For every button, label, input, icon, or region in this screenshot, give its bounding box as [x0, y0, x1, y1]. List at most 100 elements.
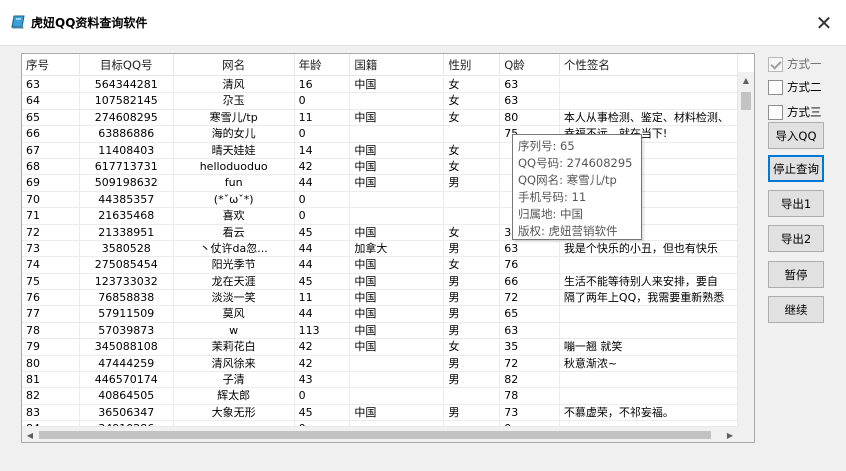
cell-seq: 79 [22, 339, 80, 356]
cell-gender: 男 [444, 240, 501, 257]
column-header-signature[interactable]: 个性签名 [560, 54, 738, 76]
resume-button[interactable]: 继续 [768, 296, 824, 323]
table-row[interactable]: 63 564344281 清风 16 中国女 63 [22, 77, 738, 94]
cell-nationality: 中国 [350, 322, 445, 339]
table-row[interactable]: 82 40864505 辉太郎 0 78 [22, 388, 738, 405]
scroll-left-icon[interactable]: ◀ [22, 427, 38, 442]
cell-nickname: 子清 [174, 372, 295, 389]
cell-age: 14 [295, 142, 351, 159]
results-grid[interactable]: 序号 目标QQ号 网名 年龄 国籍 性别 Q龄 个性签名 63 564344281… [21, 53, 755, 443]
cell-age: 43 [295, 372, 351, 389]
cell-nickname: 淡淡一笑 [174, 290, 295, 307]
cell-gender: 女 [444, 142, 501, 159]
cell-age: 42 [295, 158, 351, 175]
table-row[interactable]: 76 76858838 淡淡一笑 11 中国男 72 隔了两年上QQ，我需要重新熟悉 [22, 290, 738, 307]
scroll-right-icon[interactable]: ▶ [722, 427, 738, 442]
cell-age: 11 [295, 290, 351, 307]
cell-nickname: 喜欢 [174, 208, 295, 225]
table-row[interactable]: 79 345088108 茉莉花白 42 中国女 35 嘣一翘 就笑 [22, 339, 738, 356]
method-3-checkbox[interactable] [768, 104, 783, 120]
table-row[interactable]: 74 275085454 阳光季节 44 中国女 76 [22, 257, 738, 274]
cell-age: 0 [295, 388, 351, 405]
table-row[interactable]: 83 36506347 大象无形 45 中国男 73 不慕虚荣，不祁妄福。 [22, 404, 738, 422]
side-panel: 方式一 方式二 方式三 导入QQ 停止查询 导出1 导出2 暂停 继续 [766, 0, 846, 471]
cell-nickname: 清风徐来 [174, 355, 295, 372]
cell-qq: 617713731 [80, 158, 174, 175]
cell-seq: 63 [22, 77, 80, 93]
table-row[interactable]: 81 446570174 子清 43 男 82 [22, 372, 738, 389]
option-method-1[interactable]: 方式一 [768, 56, 822, 72]
column-header-nickname[interactable]: 网名 [174, 54, 295, 76]
cell-seq: 70 [22, 191, 80, 208]
option-method-3[interactable]: 方式三 [768, 104, 822, 120]
vertical-scrollbar[interactable]: ▲ [737, 72, 754, 427]
column-header-nationality[interactable]: 国籍 [350, 54, 445, 76]
stop-query-button[interactable]: 停止查询 [768, 155, 824, 182]
method-1-checkbox[interactable] [768, 56, 783, 72]
horizontal-scroll-thumb[interactable] [39, 431, 711, 439]
cell-signature: 生活不能等待别人来安排，要自 [563, 274, 718, 288]
cell-nickname: 寒雪儿/tp [174, 109, 295, 126]
cell-gender: 女 [444, 339, 501, 356]
cell-nationality [350, 191, 445, 208]
cell-signature [560, 372, 738, 388]
table-row[interactable]: 73 3580528 丶仗许da忽... 44 加拿大男 63 我是个快乐的小丑，但也有快乐 [22, 240, 738, 258]
cell-gender [444, 388, 501, 405]
cell-age: 44 [295, 257, 351, 274]
cell-qq: 21338951 [80, 224, 174, 241]
cell-age: 0 [295, 208, 351, 225]
cell-seq: 74 [22, 257, 80, 274]
table-row[interactable]: 80 47444259 清风徐来 42 男 72 秋意渐浓~ [22, 355, 738, 373]
cell-seq: 78 [22, 322, 80, 339]
table-row[interactable]: 77 57911509 莫风 44 中国男 65 [22, 306, 738, 323]
column-header-age[interactable]: 年龄 [295, 54, 351, 76]
table-row[interactable]: 78 57039873 w 113 中国男 63 [22, 322, 738, 340]
cell-seq: 72 [22, 224, 80, 241]
method-1-label: 方式一 [787, 57, 822, 71]
export-2-button[interactable]: 导出2 [768, 225, 824, 252]
cell-age: 44 [295, 306, 351, 323]
scroll-up-icon[interactable]: ▲ [738, 72, 754, 89]
option-method-2[interactable]: 方式二 [768, 79, 822, 95]
cell-gender: 女 [444, 257, 501, 274]
cell-gender [444, 191, 501, 208]
title-bar: 虎妞QQ资料查询软件 ✕ [0, 0, 846, 46]
cell-seq: 69 [22, 175, 80, 192]
cell-qq: 564344281 [80, 77, 174, 93]
method-2-label: 方式二 [787, 80, 822, 94]
horizontal-scrollbar[interactable]: ◀ ▶ [22, 426, 738, 442]
cell-gender: 女 [444, 77, 501, 93]
cell-nickname: 大象无形 [174, 404, 295, 421]
cell-qq: 123733032 [80, 273, 174, 290]
export-1-button[interactable]: 导出1 [768, 190, 824, 217]
column-header-seq[interactable]: 序号 [22, 54, 80, 76]
table-row[interactable]: 75 123733032 龙在天涯 45 中国男 66 生活不能等待别人来安排，要自 [22, 273, 738, 291]
column-header-gender[interactable]: 性别 [444, 54, 501, 76]
import-qq-button[interactable]: 导入QQ [768, 122, 824, 149]
table-row[interactable]: 65 274608295 寒雪儿/tp 11 中国女 80 本人从事检测、鉴定、材料检测、 [22, 109, 738, 127]
method-3-label: 方式三 [787, 105, 822, 119]
cell-age: 45 [295, 404, 351, 421]
cell-nickname: 海的女儿 [174, 126, 295, 143]
pause-button[interactable]: 暂停 [768, 261, 824, 288]
cell-nickname: 莫风 [174, 306, 295, 323]
cell-gender: 男 [444, 372, 501, 389]
cell-nickname: (*ˇωˇ*) [174, 191, 295, 208]
cell-age: 44 [295, 240, 351, 257]
cell-signature [560, 93, 738, 109]
vertical-scroll-thumb[interactable] [741, 92, 751, 110]
cell-nickname: 尕玉 [174, 93, 295, 110]
column-header-q-age[interactable]: Q龄 [500, 54, 560, 76]
cell-qq: 275085454 [80, 257, 174, 274]
cell-nationality [350, 355, 445, 372]
column-header-qq[interactable]: 目标QQ号 [80, 54, 174, 76]
cell-nickname: 丶仗许da忽... [174, 240, 295, 257]
table-row[interactable]: 64 107582145 尕玉 0 女 63 [22, 93, 738, 110]
method-2-checkbox[interactable] [768, 79, 783, 95]
cell-nationality: 中国 [350, 224, 445, 241]
cell-seq: 81 [22, 372, 80, 389]
cell-age: 42 [295, 355, 351, 372]
cell-age: 0 [295, 126, 351, 143]
cell-q-age: 63 [500, 77, 560, 93]
tooltip-line-phone: 手机号码: 11 [518, 190, 587, 204]
